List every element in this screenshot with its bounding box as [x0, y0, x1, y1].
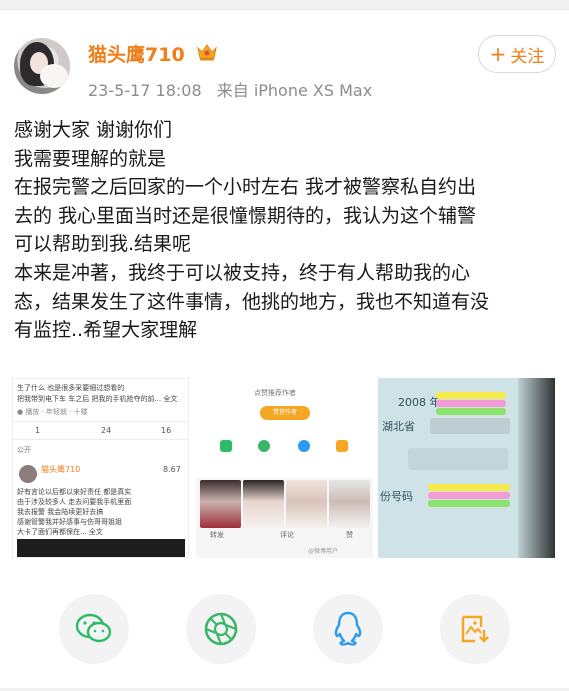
share-moments-button[interactable] — [186, 594, 256, 664]
thumb-repost-count: 1 — [35, 426, 41, 435]
author-name[interactable]: 猫头鹰710 — [88, 40, 185, 67]
thumb-avatar — [19, 465, 37, 483]
reward-button: 赞赏作者 — [260, 406, 310, 420]
thumb-comment-count: 24 — [101, 426, 112, 435]
post-line: 有监控..希望大家理解 — [14, 319, 198, 342]
thumb-tab: 公开 — [17, 446, 31, 454]
redaction-stripe — [428, 500, 510, 507]
photo — [286, 480, 327, 528]
redaction-stripe — [428, 484, 510, 491]
redaction-stripe — [436, 392, 506, 399]
qq-icon — [334, 611, 362, 646]
thumb-line: 好有言论以后都以来好责任 都是真实 — [17, 488, 132, 496]
thumb-video — [17, 539, 185, 557]
post-line: 我需要理解的就是 — [14, 147, 167, 170]
watermark: @微博用户 — [308, 548, 339, 555]
thumb-line: 由于涉及较多人 走去问要我手机里面 — [17, 498, 132, 506]
image-thumbnail-3[interactable]: 2008 年 湖北省 份号码 — [378, 378, 555, 558]
shadow-overlay — [518, 378, 555, 558]
redaction-stripe — [428, 492, 510, 499]
share-qq-button[interactable] — [313, 594, 383, 664]
post-line: 在报完警之后回家的一个小时左右 我才被警察私自约出 — [14, 176, 477, 199]
repost-label: 转发 — [210, 531, 224, 539]
save-image-icon — [336, 440, 348, 452]
redaction-stripe — [436, 408, 506, 415]
thumb-line: 大卡了面们再都保在... 全文 — [17, 528, 103, 536]
id-number-label: 份号码 — [380, 490, 413, 503]
thumb-count: 8.67 — [163, 465, 181, 474]
post-line: 本来是冲著，我终于可以被支持，终于有人帮助我的心 — [14, 261, 471, 284]
plus-icon: + — [489, 42, 507, 66]
top-bar — [0, 0, 569, 10]
redaction-stripe — [436, 400, 506, 407]
thumb-line: 我去报警 我会陆续更好去搞 — [17, 508, 104, 516]
follow-button[interactable]: + 关注 — [478, 35, 556, 73]
blur-patch — [430, 418, 510, 434]
like-label: 赞 — [346, 531, 353, 539]
thumb-name: 猫头鹰710 — [41, 465, 81, 474]
thumb-text: 把我带到电下车 车之后 把我的手机抢夺的前... 全文 — [17, 395, 178, 403]
id-year: 2008 年 — [398, 396, 441, 409]
wechat-icon — [75, 613, 112, 643]
photo — [329, 480, 370, 528]
wechat-icon — [220, 440, 232, 452]
photo — [200, 480, 241, 528]
save-image-icon — [461, 615, 489, 643]
id-province: 湖北省 — [382, 420, 415, 433]
thumb-text: 生了什么 也是很多采要细过想看的 — [17, 384, 125, 392]
blur-patch — [408, 448, 508, 470]
share-wechat-button[interactable] — [59, 594, 129, 664]
thumb-card: 点赞推荐作者 赞赏作者 — [196, 378, 373, 478]
thumb-line: 感谢管警我并好感事与伤哥哥姐姐 — [17, 518, 122, 526]
image-thumbnail-2[interactable]: 点赞推荐作者 赞赏作者 转发 评论 赞 @微博用户 — [196, 378, 373, 558]
post-line: 可以帮助到我.结果呢 — [14, 233, 192, 256]
post-timestamp: 23-5-17 18:08 — [88, 81, 202, 100]
comment-label: 评论 — [280, 531, 294, 539]
thumb-like-count: 16 — [161, 426, 172, 435]
thumb-header: 点赞推荐作者 — [254, 389, 296, 397]
photo — [243, 480, 284, 528]
post-meta: 23-5-17 18:08 来自 iPhone XS Max — [88, 77, 372, 101]
moments-icon — [204, 612, 238, 646]
avatar[interactable] — [14, 38, 70, 94]
follow-label: 关注 — [510, 46, 545, 67]
post-line: 态，结果发生了这件事情，他挑的地方，我也不知道有没 — [14, 290, 490, 313]
qq-icon — [298, 440, 310, 452]
moments-icon — [258, 440, 270, 452]
crown-icon — [197, 44, 217, 61]
post-source: 来自 iPhone XS Max — [216, 81, 373, 100]
share-save-image-button[interactable] — [440, 594, 510, 664]
post-body: 感谢大家 谢谢你们 我需要理解的就是 在报完警之后回家的一个小时左右 我才被警察… — [14, 116, 559, 345]
post-line: 感谢大家 谢谢你们 — [14, 119, 173, 141]
post-line: 去的 我心里面当时还是很憧憬期待的，我认为这个辅警 — [14, 204, 477, 227]
thumb-meta: ● 播放 · 年轻就 · 十楼 — [17, 408, 88, 416]
image-thumbnail-1[interactable]: 生了什么 也是很多采要细过想看的 把我带到电下车 车之后 把我的手机抢夺的前..… — [12, 378, 189, 558]
